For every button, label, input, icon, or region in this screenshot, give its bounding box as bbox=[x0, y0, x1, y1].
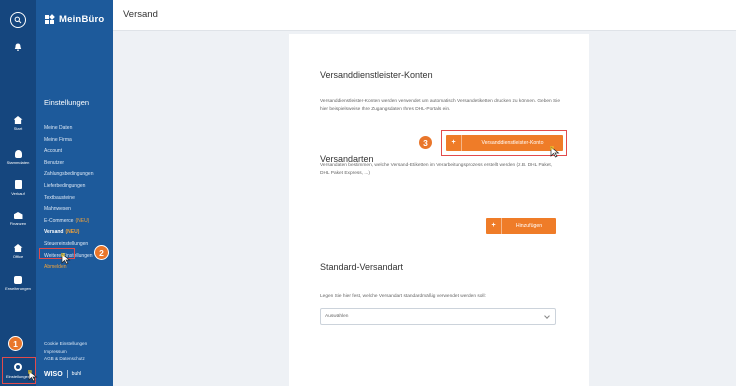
gear-icon[interactable] bbox=[14, 363, 22, 371]
rail-item-label: Stammdaten bbox=[6, 160, 30, 165]
rail-item-office[interactable]: Office bbox=[0, 244, 36, 259]
cursor-icon bbox=[61, 253, 71, 265]
sidebar-item-textbausteine[interactable]: Textbausteine bbox=[44, 193, 94, 205]
footer-link-agb[interactable]: AGB & Datenschutz bbox=[44, 355, 87, 363]
document-icon bbox=[14, 180, 22, 189]
section-title-standard: Standard-Versandart bbox=[320, 262, 404, 272]
cursor-icon bbox=[550, 146, 560, 158]
sidebar-item-meine-firma[interactable]: Meine Firma bbox=[44, 135, 94, 147]
select-value: Auswählen bbox=[325, 314, 349, 319]
rail-item-finanzen[interactable]: Finanzen bbox=[0, 212, 36, 226]
rail-item-erweiterungen[interactable]: Erweiterungen bbox=[0, 276, 36, 291]
main-card: Versanddienstleister-Konten Versanddiens… bbox=[289, 34, 589, 386]
button-label: Versanddienstleister-Konto bbox=[481, 140, 544, 146]
house-icon bbox=[13, 244, 23, 252]
footer-link-cookie[interactable]: Cookie Einstellungen bbox=[44, 340, 87, 348]
rail-item-label: Erweiterungen bbox=[5, 286, 31, 291]
meinbuero-logo[interactable]: MeinBüro bbox=[45, 13, 105, 25]
cursor-icon bbox=[28, 370, 38, 382]
section-text-versandarten: Versandaten bestimmen, welche Versand-Et… bbox=[320, 163, 553, 176]
section-text-konten: Versanddienstleister-Konten werden verwe… bbox=[320, 99, 560, 112]
home-icon bbox=[13, 116, 23, 124]
person-icon bbox=[14, 150, 22, 158]
page-title: Versand bbox=[123, 9, 158, 20]
section-text-standard: Legen Sie hier fest, welche Versandart s… bbox=[320, 294, 486, 299]
sidebar-item-e-commerce[interactable]: E-Commerce (NEU) bbox=[44, 216, 94, 228]
brand-divider bbox=[66, 370, 68, 378]
sidebar-item-account[interactable]: Account bbox=[44, 146, 94, 158]
rail-item-verkauf[interactable]: Verkauf bbox=[0, 180, 36, 196]
bell-icon[interactable] bbox=[14, 38, 22, 51]
sidebar-item-zahlungsbedingungen[interactable]: Zahlungsbedingungen bbox=[44, 169, 94, 181]
page-header: Versand bbox=[113, 0, 736, 31]
footer-link-impressum[interactable]: Impressum bbox=[44, 348, 87, 356]
button-label: Hinzufügen bbox=[515, 223, 543, 229]
step-badge-2: 2 bbox=[94, 245, 109, 260]
sidebar-footer: Cookie Einstellungen Impressum AGB & Dat… bbox=[44, 340, 87, 363]
plus-icon: + bbox=[446, 135, 462, 151]
chevron-down-icon bbox=[544, 313, 550, 319]
rail-item-label: Finanzen bbox=[9, 221, 27, 226]
wiso-logo: WISO bbox=[44, 370, 63, 378]
step-badge-3: 3 bbox=[418, 135, 433, 150]
icon-rail: Start Stammdaten Verkauf Finanzen Office… bbox=[0, 0, 36, 386]
add-versandart-button[interactable]: + Hinzufügen bbox=[486, 218, 556, 234]
standard-versandart-select[interactable]: Auswählen bbox=[320, 308, 556, 325]
puzzle-icon bbox=[14, 276, 22, 284]
rail-item-label: Verkauf bbox=[11, 191, 25, 196]
sidebar-item-mahnwesen[interactable]: Mahnwesen bbox=[44, 204, 94, 216]
new-badge: (NEU) bbox=[65, 229, 80, 236]
logo-mark-icon bbox=[45, 13, 55, 25]
buhl-logo: buhl bbox=[71, 371, 82, 377]
settings-sidebar: MeinBüro Einstellungen Meine Daten Meine… bbox=[36, 0, 113, 386]
plus-icon: + bbox=[486, 218, 502, 234]
sidebar-item-versand[interactable]: Versand (NEU) bbox=[44, 227, 94, 239]
sidebar-item-meine-daten[interactable]: Meine Daten bbox=[44, 123, 94, 135]
new-badge: (NEU) bbox=[75, 217, 90, 224]
brand-logos: WISO buhl bbox=[44, 370, 81, 378]
step-badge-1: 1 bbox=[8, 336, 23, 351]
sidebar-item-benutzer[interactable]: Benutzer bbox=[44, 158, 94, 170]
section-title-konten: Versanddienstleister-Konten bbox=[320, 70, 433, 80]
bank-icon bbox=[13, 212, 23, 219]
rail-item-start[interactable]: Start bbox=[0, 116, 36, 131]
logo-text: MeinBüro bbox=[59, 14, 105, 25]
rail-item-label: Office bbox=[12, 254, 24, 259]
search-icon[interactable] bbox=[10, 12, 26, 28]
rail-item-label: Start bbox=[13, 126, 23, 131]
sidebar-title: Einstellungen bbox=[44, 98, 90, 107]
sidebar-item-lieferbedingungen[interactable]: Lieferbedingungen bbox=[44, 181, 94, 193]
add-versanddienstleister-konto-button[interactable]: + Versanddienstleister-Konto bbox=[446, 135, 563, 151]
rail-item-stammdaten[interactable]: Stammdaten bbox=[0, 150, 36, 165]
